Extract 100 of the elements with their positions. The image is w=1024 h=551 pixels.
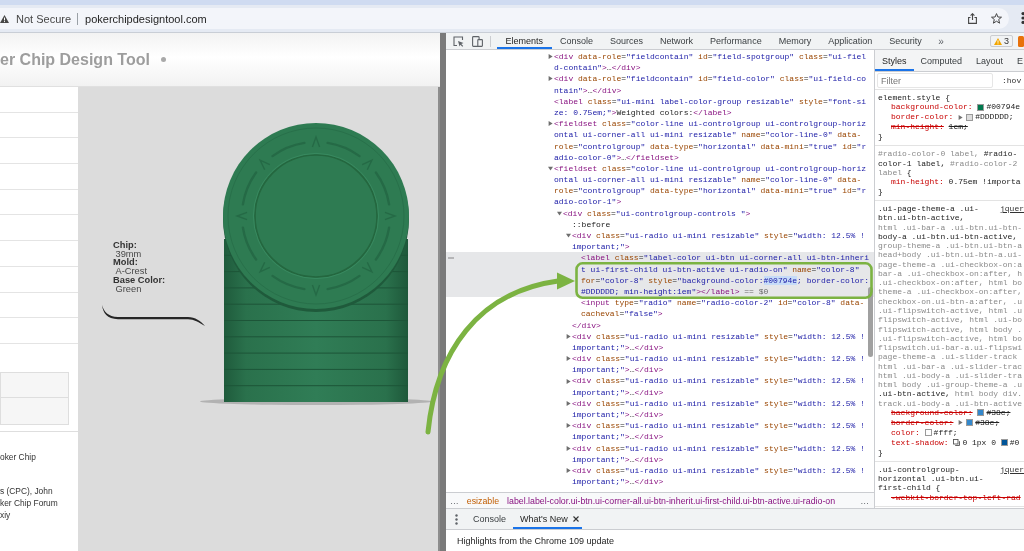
property-name[interactable]: text-shadow:	[891, 437, 949, 448]
disclosure-triangle-icon[interactable]	[566, 333, 571, 339]
property-value[interactable]: #38c;	[986, 407, 1011, 418]
selector-text: {	[905, 167, 912, 178]
disclosure-triangle-icon[interactable]	[548, 121, 553, 127]
expand-triangle-icon[interactable]	[958, 114, 964, 120]
dom-tree-row[interactable]: <fieldset class="color-line ui-controlgroup ui-controlgroup-horiz ontal ui-corner-all ui-mini resizable" name="color-line-0" data- role="controlgroup" data-type="horizontal" data-mini="true" id="r adio-color-1">	[548, 162, 867, 208]
disclosure-triangle-icon[interactable]	[566, 356, 571, 362]
color-swatch-icon[interactable]	[1000, 439, 1008, 447]
property-value[interactable]: #DDDDDD;	[975, 112, 1014, 123]
property-name[interactable]: border-color:	[891, 112, 954, 123]
filter-field[interactable]: Filter	[877, 73, 993, 88]
disclosure-triangle-icon[interactable]	[566, 400, 571, 406]
disclosure-triangle-icon[interactable]	[566, 378, 571, 384]
breadcrumb-scroll-button[interactable]: …	[450, 495, 459, 506]
devtools-tab[interactable]: Sources	[601, 33, 652, 49]
inspect-element-icon[interactable]	[453, 35, 464, 47]
dom-tree-row[interactable]: <div class="ui-radio ui-mini resizable" style="width: 12.5% ! important;">…</div>	[566, 442, 865, 465]
device-toolbar-icon[interactable]	[472, 35, 483, 47]
scrollbar-thumb[interactable]	[868, 287, 873, 357]
property-value[interactable]: 1em;	[948, 122, 968, 133]
dom-tree-row[interactable]: ::before	[566, 218, 611, 230]
property-value[interactable]: #00794e	[986, 102, 1021, 113]
devtools-tab[interactable]: Application	[819, 33, 881, 49]
devtools-tab[interactable]: Network	[651, 33, 702, 49]
expand-triangle-icon[interactable]	[958, 420, 964, 426]
devtools-tab[interactable]: Elements	[497, 33, 552, 49]
dom-tree-row[interactable]: <div class="ui-radio ui-mini resizable" style="width: 12.5% ! important;">…</div>	[566, 464, 865, 488]
color-swatch-icon[interactable]	[977, 409, 985, 417]
color-swatch-icon[interactable]	[977, 103, 985, 111]
issue-flag-icon[interactable]	[1018, 35, 1024, 47]
source-link[interactable]: jquer	[1000, 464, 1024, 475]
disclosure-triangle-icon[interactable]	[557, 210, 562, 216]
disclosure-triangle-icon[interactable]	[566, 445, 571, 451]
drawer-tab[interactable]: What's New	[513, 509, 582, 529]
dom-tree-row[interactable]: <div data-role="fieldcontain" id="field-spotgroup" class="ui-fiel d-contain">…</div>	[548, 51, 867, 74]
dom-tree-row[interactable]: <input type="radio" name="radio-color-2" id="color-8" data- cacheval="false">	[575, 297, 865, 320]
devtools-tab[interactable]: Console	[551, 33, 602, 49]
shadow-editor-icon[interactable]	[953, 439, 961, 447]
breadcrumb-item[interactable]: label.label-color.ui-btn.ui-corner-all.ui-btn-inherit.ui-first-child.ui-btn-active.ui-radio-on	[507, 495, 836, 506]
dom-tree-row[interactable]: <div class="ui-controlgroup-controls ">	[557, 207, 751, 219]
address-bar[interactable]: Not Secure pokerchipdesigntool.com	[0, 8, 1009, 29]
disclosure-triangle-icon[interactable]	[548, 165, 553, 171]
bookmark-star-icon[interactable]	[991, 13, 1002, 24]
more-vertical-icon[interactable]	[455, 513, 458, 525]
more-tabs-button[interactable]: »	[938, 35, 944, 47]
dom-tree-row[interactable]: </div>	[566, 319, 601, 331]
property-name[interactable]: background-color:	[891, 407, 973, 418]
color-swatch-icon[interactable]	[966, 419, 974, 427]
styles-tab[interactable]: E	[1010, 50, 1024, 71]
property-name[interactable]: color:	[891, 427, 920, 438]
breadcrumb-item[interactable]: esizable	[466, 495, 500, 506]
dom-tree-row[interactable]: <div class="ui-radio ui-mini resizable" style="width: 12.5% ! important;">	[566, 230, 865, 253]
disclosure-triangle-icon[interactable]	[566, 233, 571, 239]
property-value[interactable]: #38c;	[975, 417, 1000, 428]
close-icon[interactable]	[572, 516, 579, 522]
security-indicator[interactable]: Not Secure	[0, 12, 72, 25]
url-field[interactable]: pokerchipdesigntool.com	[85, 12, 207, 25]
dom-tree-row[interactable]: <div class="ui-radio ui-mini resizable" style="width: 12.5% ! important;">…</div>	[566, 397, 865, 421]
disclosure-triangle-icon[interactable]	[548, 76, 553, 82]
dom-tree-row[interactable]: <div class="ui-radio ui-mini resizable" style="width: 12.5% ! important;">…</div>	[566, 420, 865, 443]
share-icon[interactable]	[968, 13, 977, 24]
property-value[interactable]: #fff;	[933, 427, 958, 438]
property-value[interactable]: #0	[1009, 437, 1020, 448]
property-name[interactable]: background-color:	[891, 102, 973, 113]
property-name[interactable]: -webkit-border-top-left-rad	[891, 492, 1021, 503]
property-name[interactable]: border-color:	[891, 417, 954, 428]
styles-tab[interactable]: Styles	[875, 50, 914, 71]
styles-tab[interactable]: Layout	[969, 50, 1011, 71]
breadcrumb-scroll-button[interactable]: …	[860, 495, 869, 506]
dom-tree-row[interactable]: <div data-role="fieldcontain" id="field-color" class="ui-field-co ntain">…</div>	[548, 73, 867, 96]
property-name[interactable]: min-height:	[891, 122, 944, 133]
dom-tree-row[interactable]: <div class="ui-radio ui-mini resizable" style="width: 12.5% ! important;">…</div>	[566, 353, 865, 376]
disclosure-triangle-icon[interactable]	[566, 423, 571, 429]
selector-text: body-a .ui-btn.ui-btn-active,	[878, 231, 1018, 242]
devtools-tab[interactable]: Memory	[770, 33, 820, 49]
resize-handle[interactable]	[440, 33, 446, 551]
issues-badge[interactable]: 3	[990, 35, 1013, 47]
disclosure-triangle-icon[interactable]	[566, 468, 571, 474]
dom-tree-row[interactable]: <div class="ui-radio ui-mini resizable" style="width: 12.5% ! important;">…</div>	[566, 330, 865, 354]
disclosure-triangle-icon[interactable]	[548, 54, 553, 60]
selector-text: theme-a .ui-checkbox-on:after,	[878, 287, 1023, 297]
color-swatch-icon[interactable]	[966, 113, 974, 121]
kebab-menu-icon[interactable]	[1020, 12, 1024, 24]
styles-tab[interactable]: Computed	[913, 50, 970, 71]
devtools-tab[interactable]: Performance	[701, 33, 771, 49]
source-link[interactable]: jquer	[1000, 204, 1024, 214]
property-value[interactable]: 0.75em !importa	[948, 177, 1021, 188]
devtools-tab[interactable]: Security	[880, 33, 931, 49]
spec-value: A-Crest	[115, 267, 147, 276]
dom-tree-row[interactable]: <fieldset class="color-line ui-controlgroup ui-controlgroup-horiz ontal ui-corner-all ui-mini resizable" name="color-line-0" data- role="controlgroup" data-type="horizontal" data-mini="true" id="r adio-color-0">…</fieldset>	[548, 118, 867, 163]
dom-tree-row[interactable]: <div class="ui-radio ui-mini resizable" style="width: 12.5% ! important;">…</div>	[566, 375, 865, 398]
dom-tree-row[interactable]: <label class="label-color ui-btn ui-corner-all ui-btn-inheri t ui-first-child ui-btn-active ui-radio-on" name="color-8" for="color-8" style="background-color:#00794e; border-color: #DDDDDD; min-height:1em"></label> == $0	[446, 252, 874, 298]
drawer-tab[interactable]: Console	[466, 509, 514, 529]
color-swatch-icon[interactable]	[924, 429, 932, 437]
selector-text: flipswitch-active, html .ui-bo	[878, 315, 1023, 325]
property-name[interactable]: min-height:	[891, 177, 944, 188]
hov-button[interactable]: :hov	[1002, 76, 1022, 85]
dom-tree-row[interactable]: <label class="ui-mini label-color-group resizable" style="font-si ze: 0.75em;">Weighted colors:</label>	[548, 95, 867, 119]
property-value[interactable]: 0 1px 0	[962, 437, 996, 448]
